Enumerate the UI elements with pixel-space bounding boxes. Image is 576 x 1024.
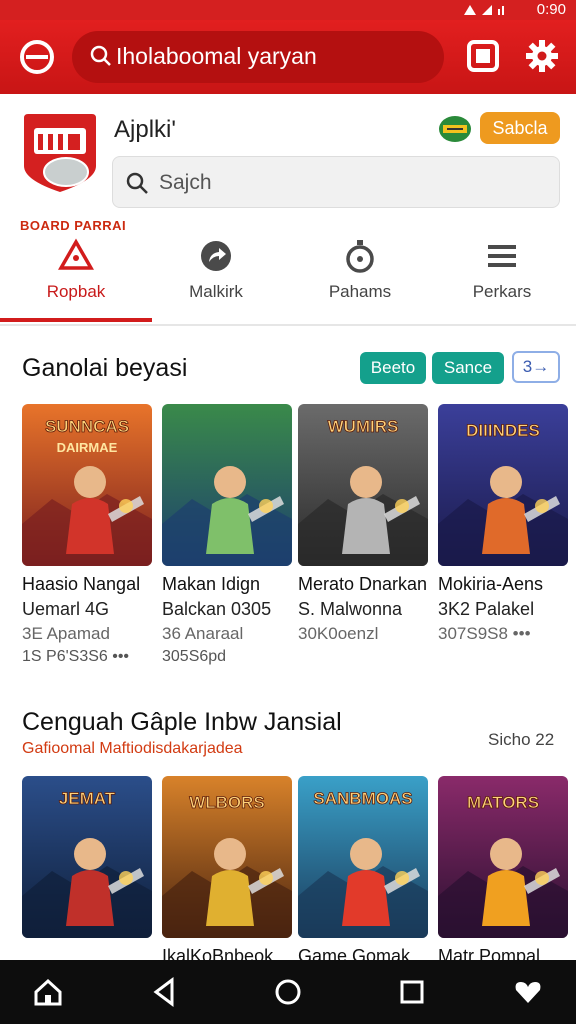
svg-text:DIIINDES: DIIINDES	[466, 421, 540, 440]
game-card-line1: Makan Idign	[162, 574, 261, 594]
search-placeholder: Sajch	[159, 171, 212, 194]
app-header: Ajplki' Sabcla Sajch BOARD PARRAI Ropbak…	[0, 94, 576, 326]
game-card[interactable]: DIIINDES Mokiria-Aens 3K2 Palakel 307S9S8 …	[438, 404, 568, 648]
top-app-bar: Iholaboomal yaryan	[0, 20, 576, 94]
section2-subtitle: Gafioomal Maftiodisdakarjadea	[22, 740, 243, 757]
tab-label: Perkars	[472, 282, 532, 301]
game-card-line2: Uemarl 4G	[22, 599, 110, 619]
search-icon	[90, 45, 111, 66]
svg-text:SANBMOAS: SANBMOAS	[313, 789, 412, 808]
clock: 0:90	[536, 1, 566, 18]
tab-ropbak[interactable]: Ropbak	[0, 230, 152, 326]
tab-bar: Ropbak Malkirk Pahams Perkars	[0, 230, 576, 326]
game-card-line4: 1S P6'S3S6 •••	[22, 648, 130, 665]
game-cover-image[interactable]: WLBORS	[162, 776, 292, 938]
tab-label: Malkirk	[189, 282, 243, 301]
game-card-line2: Balckan 0305	[162, 599, 272, 619]
game-card-line3: 3E Apamad	[22, 624, 110, 643]
chip-beeto[interactable]: Beeto	[360, 352, 426, 384]
game-card[interactable]: Makan Idign Balckan 0305 36 Anaraal 305S6pd	[162, 404, 292, 666]
home-circle-icon[interactable]	[272, 976, 304, 1008]
game-cover-image[interactable]: JEMAT	[22, 776, 152, 938]
svg-text:WLBORS: WLBORS	[189, 793, 265, 812]
game-card[interactable]: SUNNCAS DAIRMAE Haasio Nangal Uemarl 4G 3E …	[22, 404, 152, 666]
recents-icon[interactable]	[396, 976, 428, 1008]
signal-icons	[464, 5, 504, 15]
search-input[interactable]: Sajch	[112, 156, 560, 208]
game-card-line3: 30K0oenzl	[298, 624, 379, 643]
flag-icon[interactable]	[438, 115, 472, 143]
game-card[interactable]: MATORS Matr Pompal	[438, 776, 568, 967]
top-search-text: Iholaboomal yaryan	[116, 43, 317, 69]
square-frame-icon[interactable]	[466, 39, 500, 73]
app-logo-icon[interactable]	[18, 38, 56, 76]
tab-label: Ropbak	[46, 282, 106, 301]
share-arrow-icon	[201, 241, 231, 271]
menu-icon	[488, 245, 516, 267]
search-icon	[126, 172, 148, 194]
tab-malkirk[interactable]: Malkirk	[140, 230, 292, 326]
game-card-line2: S. Malwonna	[298, 599, 403, 619]
game-card-line1: Haasio Nangal	[22, 574, 141, 594]
section1-title: Ganolai beyasi	[22, 354, 188, 382]
chip-more[interactable]: 3→	[512, 351, 560, 383]
game-card-line3: 307S9S8 •••	[438, 624, 531, 643]
tab-perkars[interactable]: Perkars	[426, 230, 576, 326]
svg-text:DAIRMAE: DAIRMAE	[57, 440, 118, 455]
game-card[interactable]: SANBMOAS Game Gomak	[298, 776, 428, 967]
section2-title: Cenguah Gâple Inbw Jansial	[22, 708, 342, 736]
game-cover-image[interactable]: MATORS	[438, 776, 568, 938]
game-cover-image[interactable]: SUNNCAS DAIRMAE	[22, 404, 152, 566]
svg-text:JEMAT: JEMAT	[59, 789, 116, 808]
back-icon[interactable]	[148, 976, 180, 1008]
game-card[interactable]: JEMAT	[22, 776, 152, 946]
heart-icon[interactable]	[512, 976, 544, 1008]
game-cover-image[interactable]	[162, 404, 292, 566]
top-search-bar[interactable]: Iholaboomal yaryan	[72, 31, 444, 83]
tab-pahams[interactable]: Pahams	[284, 230, 436, 326]
game-cover-image[interactable]: DIIINDES	[438, 404, 568, 566]
header-action-button[interactable]: Sabcla	[480, 112, 560, 144]
stopwatch-icon	[346, 240, 374, 273]
svg-text:SUNNCAS: SUNNCAS	[45, 417, 129, 436]
game-card[interactable]: WLBORS IkalKoBnbeok	[162, 776, 292, 967]
svg-text:WUMIRS: WUMIRS	[328, 417, 399, 436]
game-cover-image[interactable]: SANBMOAS	[298, 776, 428, 938]
game-card[interactable]: WUMIRS Merato Dnarkan S. Malwonna 30K0oenz…	[298, 404, 428, 648]
game-card-line3: 36 Anaraal	[162, 624, 244, 643]
game-card-line2: 3K2 Palakel	[438, 599, 535, 619]
see-more-link[interactable]: Sicho 22	[488, 730, 554, 750]
game-cover-image[interactable]: WUMIRS	[298, 404, 428, 566]
status-bar: 0:90	[0, 0, 576, 20]
active-tab-indicator	[0, 318, 152, 322]
game-card-line1: Merato Dnarkan	[298, 574, 428, 594]
header-title: Ajplki'	[114, 116, 176, 143]
gear-icon[interactable]	[524, 38, 560, 74]
svg-text:MATORS: MATORS	[467, 793, 539, 812]
home-icon[interactable]	[32, 976, 64, 1008]
store-logo	[24, 114, 96, 192]
bottom-nav-bar	[0, 960, 576, 1024]
tab-label: Pahams	[328, 282, 392, 301]
warning-triangle-icon	[58, 238, 94, 270]
game-card-line4: 305S6pd	[162, 648, 227, 665]
game-card-line1: Mokiria-Aens	[438, 574, 544, 594]
chip-sance[interactable]: Sance	[432, 352, 504, 384]
